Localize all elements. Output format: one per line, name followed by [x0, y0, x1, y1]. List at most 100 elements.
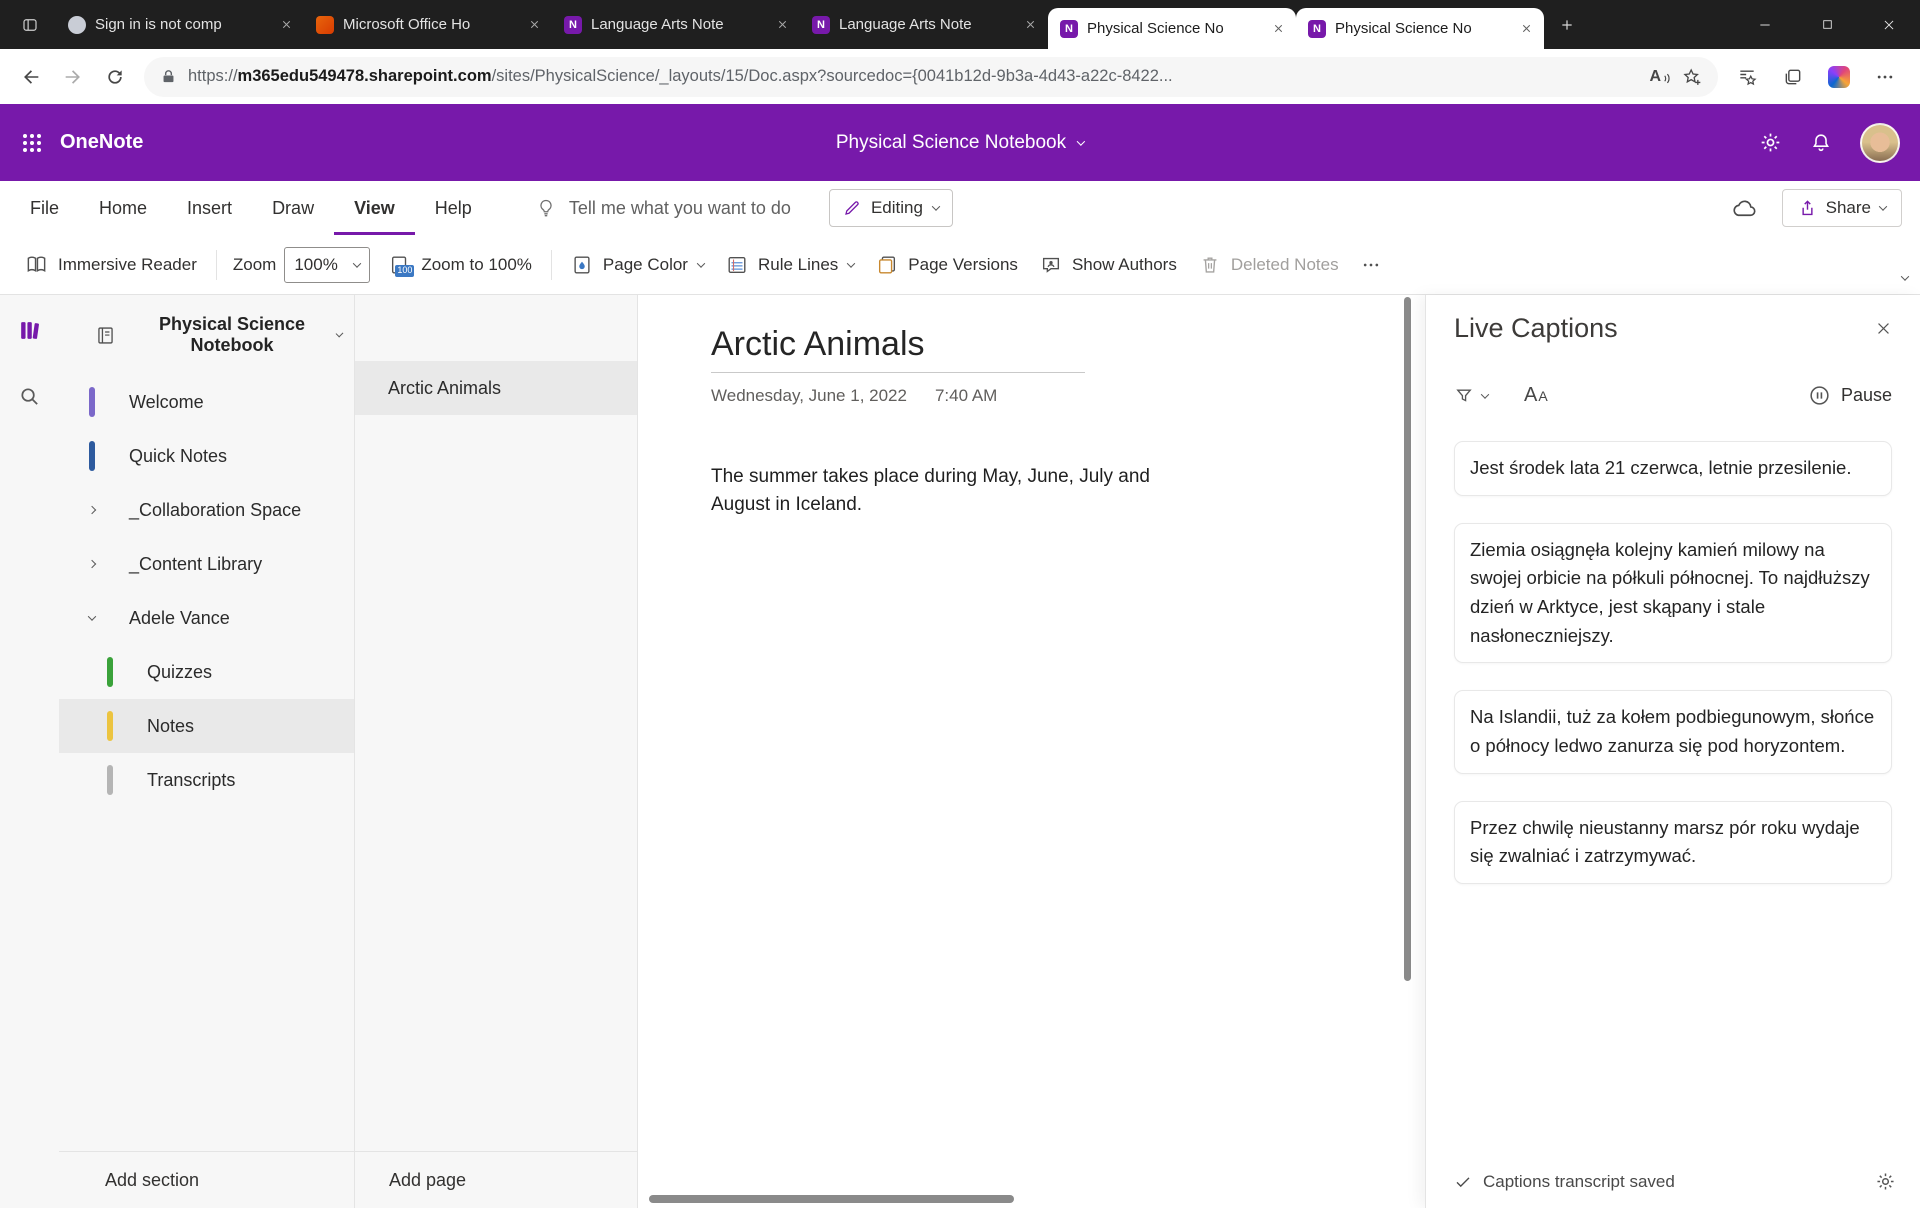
tab-close-icon[interactable]	[772, 15, 792, 35]
new-tab-button[interactable]	[1550, 8, 1584, 42]
menu-file[interactable]: File	[10, 181, 79, 235]
search-icon[interactable]	[11, 377, 49, 415]
funnel-icon	[1454, 386, 1474, 406]
section-item-welcome[interactable]: Welcome	[59, 375, 354, 429]
tab-actions-icon[interactable]	[12, 7, 48, 43]
menu-insert[interactable]: Insert	[167, 181, 252, 235]
captions-settings-gear-icon[interactable]	[1875, 1171, 1896, 1192]
add-section-button[interactable]: Add section	[59, 1151, 354, 1208]
show-authors-button[interactable]: Show Authors	[1029, 246, 1188, 284]
notebooks-navigation-icon[interactable]	[11, 311, 49, 349]
page-color-dropdown[interactable]: Page Color	[560, 246, 715, 284]
caption-list: Jest środek lata 21 czerwca, letnie prze…	[1454, 441, 1892, 884]
note-body-text[interactable]: The summer takes place during May, June,…	[711, 463, 1185, 518]
favorites-bar-icon[interactable]	[1726, 57, 1768, 97]
menu-view[interactable]: View	[334, 181, 415, 235]
deleted-notes-button[interactable]: Deleted Notes	[1188, 246, 1350, 284]
browser-tab-physical-science-active[interactable]: N Physical Science No	[1048, 8, 1296, 49]
section-item-notes-selected[interactable]: Notes	[59, 699, 354, 753]
add-page-button[interactable]: Add page	[355, 1151, 637, 1208]
close-icon[interactable]	[1875, 320, 1892, 337]
captions-title: Live Captions	[1454, 313, 1618, 344]
rule-lines-dropdown[interactable]: Rule Lines	[715, 246, 865, 284]
collections-icon[interactable]	[1772, 57, 1814, 97]
section-group-collaboration-space[interactable]: _Collaboration Space	[59, 483, 354, 537]
title-underline	[711, 372, 1085, 373]
sync-status-cloud-icon[interactable]	[1731, 198, 1758, 219]
zoom-level-combobox[interactable]: 100%	[284, 247, 370, 283]
rule-lines-icon	[726, 254, 748, 276]
read-aloud-icon[interactable]: A	[1649, 68, 1671, 86]
menu-home[interactable]: Home	[79, 181, 167, 235]
zoom-to-100-button[interactable]: 100 Zoom to 100%	[378, 246, 543, 284]
browser-tab-language-arts-2[interactable]: N Language Arts Note	[800, 0, 1048, 49]
view-ribbon: Immersive Reader Zoom 100% 100 Zoom to 1…	[0, 235, 1920, 295]
section-group-content-library[interactable]: _Content Library	[59, 537, 354, 591]
share-button[interactable]: Share	[1782, 189, 1902, 227]
tab-close-icon[interactable]	[1516, 19, 1536, 39]
menu-draw[interactable]: Draw	[252, 181, 334, 235]
tab-close-icon[interactable]	[524, 15, 544, 35]
text-size-icon[interactable]: AA	[1524, 384, 1548, 407]
refresh-button[interactable]	[94, 57, 136, 97]
tab-title: Physical Science No	[1335, 20, 1507, 37]
note-canvas[interactable]: Arctic Animals Wednesday, June 1, 2022 7…	[638, 295, 1425, 1208]
settings-gear-icon[interactable]	[1759, 131, 1782, 154]
editing-mode-dropdown[interactable]: Editing	[829, 189, 953, 227]
caption-bubble: Na Islandii, tuż za kołem podbiegunowym,…	[1454, 690, 1892, 773]
screen: Sign in is not comp Microsoft Office Ho …	[0, 0, 1920, 1208]
section-item-transcripts[interactable]: Transcripts	[59, 753, 354, 807]
note-title[interactable]: Arctic Animals	[711, 325, 925, 364]
browser-tab-office-home[interactable]: Microsoft Office Ho	[304, 0, 552, 49]
add-favorite-star-icon[interactable]	[1682, 67, 1702, 87]
tab-title: Microsoft Office Ho	[343, 16, 515, 33]
ribbon-collapse-icon[interactable]	[1902, 268, 1908, 286]
section-item-quick-notes[interactable]: Quick Notes	[59, 429, 354, 483]
office-favicon	[316, 16, 334, 34]
address-bar[interactable]: https://m365edu549478.sharepoint.com/sit…	[144, 57, 1718, 97]
immersive-reader-icon	[25, 253, 48, 276]
pause-button[interactable]: Pause	[1808, 384, 1892, 407]
browser-tab-physical-science-2[interactable]: N Physical Science No	[1296, 8, 1544, 49]
captions-filter-dropdown[interactable]	[1454, 386, 1488, 406]
notebook-header-dropdown[interactable]: Physical Science Notebook	[59, 295, 354, 375]
browser-settings-more-icon[interactable]	[1864, 57, 1906, 97]
section-color-bar	[89, 387, 95, 417]
app-launcher-waffle-icon[interactable]	[20, 131, 44, 155]
site-info-lock-icon[interactable]	[160, 68, 177, 85]
tell-me-search[interactable]: Tell me what you want to do	[536, 181, 791, 235]
tab-close-icon[interactable]	[276, 15, 296, 35]
browser-tab-strip: Sign in is not comp Microsoft Office Ho …	[0, 0, 1920, 49]
app-name[interactable]: OneNote	[60, 131, 143, 154]
notebook-title-dropdown[interactable]: Physical Science Notebook	[836, 132, 1084, 154]
tab-close-icon[interactable]	[1268, 19, 1288, 39]
copilot-icon[interactable]	[1818, 57, 1860, 97]
onenote-menu-bar: File Home Insert Draw View Help Tell me …	[0, 181, 1920, 235]
live-captions-panel: Live Captions AA	[1425, 295, 1920, 1208]
browser-tab-language-arts-1[interactable]: N Language Arts Note	[552, 0, 800, 49]
page-title: Arctic Animals	[388, 378, 501, 399]
user-avatar[interactable]	[1860, 123, 1900, 163]
onenote-app-bar: OneNote Physical Science Notebook	[0, 104, 1920, 181]
page-versions-button[interactable]: Page Versions	[865, 246, 1029, 284]
forward-button[interactable]	[52, 57, 94, 97]
window-close-button[interactable]	[1858, 0, 1920, 49]
section-group-adele-vance[interactable]: Adele Vance	[59, 591, 354, 645]
onenote-favicon: N	[564, 16, 582, 34]
chevron-down-icon	[1077, 137, 1085, 145]
menu-help[interactable]: Help	[415, 181, 492, 235]
section-item-quizzes[interactable]: Quizzes	[59, 645, 354, 699]
page-item-arctic-animals[interactable]: Arctic Animals	[355, 361, 637, 415]
back-button[interactable]	[10, 57, 52, 97]
window-maximize-button[interactable]	[1796, 0, 1858, 49]
ribbon-more-icon[interactable]	[1350, 247, 1392, 283]
note-time: 7:40 AM	[935, 386, 997, 406]
horizontal-scrollbar[interactable]	[649, 1195, 1014, 1203]
window-minimize-button[interactable]	[1734, 0, 1796, 49]
tab-close-icon[interactable]	[1020, 15, 1040, 35]
vertical-scrollbar[interactable]	[1404, 297, 1411, 981]
show-authors-icon	[1040, 254, 1062, 276]
notifications-bell-icon[interactable]	[1810, 132, 1832, 154]
immersive-reader-button[interactable]: Immersive Reader	[14, 245, 208, 284]
browser-tab-signin[interactable]: Sign in is not comp	[56, 0, 304, 49]
